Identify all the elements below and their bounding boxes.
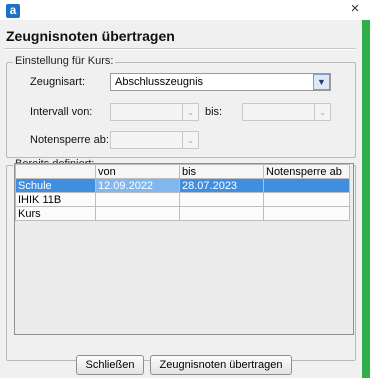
table-cell[interactable] (263, 192, 350, 207)
zeugnisart-value: Abschlusszeugnis (115, 76, 204, 88)
intervall-von-select[interactable]: ⌄ (110, 103, 199, 121)
title-separator (4, 48, 356, 50)
table-cell[interactable] (95, 192, 180, 207)
bis-select[interactable]: ⌄ (242, 103, 331, 121)
notensperre-select[interactable]: ⌄ (110, 131, 199, 149)
column-header[interactable] (15, 164, 96, 179)
table-cell[interactable] (263, 206, 350, 221)
background-strip (362, 20, 370, 378)
table-header-row: von bis Notensperre ab (15, 164, 350, 179)
chevron-down-icon[interactable]: ⌄ (182, 132, 198, 148)
dialog-title: Zeugnisnoten übertragen (6, 28, 175, 44)
table-cell[interactable] (95, 206, 180, 221)
defined-table[interactable]: von bis Notensperre ab Schule 12.09.2022… (14, 163, 354, 335)
column-header[interactable]: bis (179, 164, 264, 179)
table-row[interactable]: Kurs (15, 206, 350, 221)
app-logo-icon: a (6, 4, 20, 18)
table-cell[interactable] (263, 178, 350, 193)
zeugnisart-select[interactable]: Abschlusszeugnis ▼ (110, 73, 331, 91)
table-cell[interactable]: Schule (15, 178, 96, 193)
intervall-von-label: Intervall von: (30, 106, 93, 118)
table-cell[interactable]: IHIK 11B (15, 192, 96, 207)
chevron-down-icon[interactable]: ⌄ (314, 104, 330, 120)
chevron-down-icon[interactable]: ⌄ (182, 104, 198, 120)
window-titlebar: a × (0, 0, 370, 20)
table-cell[interactable]: 28.07.2023 (179, 178, 264, 193)
bis-label: bis: (205, 106, 223, 118)
table-cell[interactable] (179, 192, 264, 207)
zeugnisart-label: Zeugnisart: (30, 76, 86, 88)
table-row[interactable]: Schule 12.09.2022 28.07.2023 (15, 178, 350, 193)
notensperre-label: Notensperre ab: (30, 134, 109, 146)
defined-grid: von bis Notensperre ab Schule 12.09.2022… (15, 164, 350, 221)
column-header[interactable]: von (95, 164, 180, 179)
column-header[interactable]: Notensperre ab (263, 164, 350, 179)
table-cell[interactable]: Kurs (15, 206, 96, 221)
table-row[interactable]: IHIK 11B (15, 192, 350, 207)
settings-group-legend: Einstellung für Kurs: (13, 55, 116, 67)
chevron-down-icon[interactable]: ▼ (313, 74, 330, 90)
table-cell[interactable] (179, 206, 264, 221)
window-close-button[interactable]: × (340, 0, 370, 20)
table-cell[interactable]: 12.09.2022 (95, 178, 180, 193)
close-button[interactable]: Schließen (76, 355, 144, 375)
transfer-grades-button[interactable]: Zeugnisnoten übertragen (150, 355, 292, 375)
